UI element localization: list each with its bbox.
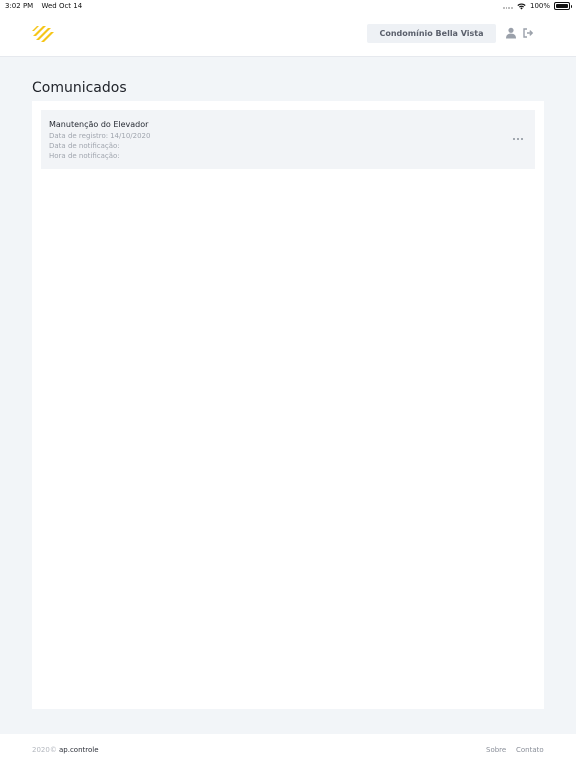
battery-percent: 100% (529, 2, 550, 10)
logout-icon[interactable] (522, 27, 534, 39)
cellular-signal-icon (502, 6, 513, 9)
status-date: Wed Oct 14 (41, 2, 83, 10)
footer: 2020© ap.controle Sobre Contato (0, 734, 576, 768)
footer-link-contato[interactable]: Contato (516, 746, 544, 754)
battery-icon (554, 2, 572, 10)
notices-panel: Manutenção do Elevador Data de registro:… (32, 101, 544, 709)
notice-notificacao-label: Data de notificação: (49, 142, 120, 150)
notice-title: Manutenção do Elevador (49, 120, 149, 129)
notice-notificacao-date: Data de notificação: (49, 142, 122, 150)
more-options-icon[interactable] (513, 136, 523, 142)
wifi-icon (517, 2, 526, 9)
notice-registro-label: Data de registro: (49, 132, 109, 140)
notice-registro-date: Data de registro: 14/10/2020 (49, 132, 150, 140)
footer-copyright: 2020© (32, 746, 57, 754)
notice-registro-value: 14/10/2020 (110, 132, 151, 140)
stripes-logo-icon[interactable] (32, 24, 54, 44)
condominium-selector-button[interactable]: Condomínio Bella Vista (367, 24, 496, 43)
notice-hora-label: Hora de notificação: (49, 152, 120, 160)
footer-brand: ap.controle (59, 746, 99, 754)
status-time: 3:02 PM (5, 2, 34, 10)
notice-card[interactable]: Manutenção do Elevador Data de registro:… (41, 110, 535, 169)
footer-link-sobre[interactable]: Sobre (486, 746, 506, 754)
page-title: Comunicados (32, 80, 127, 96)
status-bar: 3:02 PM Wed Oct 14 100% (0, 0, 576, 12)
app-header: Condomínio Bella Vista (0, 12, 576, 57)
notice-hora: Hora de notificação: (49, 152, 122, 160)
user-icon[interactable] (505, 27, 517, 39)
